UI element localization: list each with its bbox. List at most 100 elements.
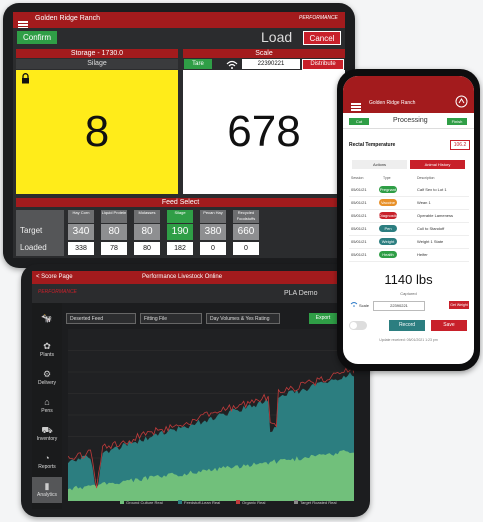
filter-dropdown-1[interactable]: Deserted Feed <box>66 313 136 324</box>
history-description: Heifer <box>417 252 428 257</box>
tab-actions[interactable]: Actions <box>352 160 407 169</box>
analytics-header: < Score Page Performance Livestock Onlin… <box>32 271 361 284</box>
brand-logo: PERFORMANCE <box>38 289 77 295</box>
legend-entry: Target Roasted Real <box>294 500 336 505</box>
feed-name: Hay Corn <box>68 210 94 223</box>
storage-subtitle: Silage <box>16 59 178 69</box>
history-date: 05/01/21 <box>351 200 367 205</box>
tare-button[interactable]: Tare <box>184 59 212 69</box>
phone-cancel-button[interactable]: Cut <box>349 118 369 125</box>
scale-id-field[interactable]: 22390221 <box>373 301 425 311</box>
legend-label: Feedstuff-Lean Real <box>184 500 221 505</box>
history-type-badge: Vaccine <box>379 199 397 206</box>
ranch-name: Golden Ridge Ranch <box>35 15 100 22</box>
sidebar-item[interactable]: ▮ Analytics <box>32 477 62 503</box>
history-type-badge: Pregnant <box>379 186 397 193</box>
col-session: Session <box>351 176 364 180</box>
sidebar-item[interactable]: ◔ Reports <box>32 449 62 475</box>
save-button[interactable]: Save <box>431 320 467 331</box>
history-row[interactable]: 05/01/21 Diagnostic Operable Lameness <box>349 210 469 223</box>
col-description: Description <box>417 176 435 180</box>
menu-icon[interactable] <box>351 103 361 111</box>
scale-id-field[interactable]: 22390221 <box>242 59 300 69</box>
feed-loaded: 338 <box>68 242 94 255</box>
gauge-icon: ◔ <box>44 453 50 463</box>
feed-column[interactable]: Silage 190 182 <box>167 210 193 256</box>
feed-target: 190 <box>167 224 193 240</box>
analytics-subtitle: PLA Demo <box>284 290 318 297</box>
analytics-chart <box>68 329 354 501</box>
barn-icon: ⌂ <box>44 397 50 407</box>
storage-value: 8 <box>16 70 178 194</box>
record-button[interactable]: Record <box>389 320 425 331</box>
sidebar-item[interactable]: 🐄 <box>32 309 62 335</box>
feed-name: Recycled Foodstuffs Cows <box>233 210 259 223</box>
chart-legend: Ground Culture Real Feedstuff-Lean Real Or… <box>120 500 360 508</box>
phone-header: Golden Ridge Ranch <box>343 76 474 113</box>
history-row[interactable]: 05/01/21 Health Heifer <box>349 249 469 262</box>
temp-input[interactable]: 106.2 <box>450 140 470 150</box>
legend-swatch <box>178 500 182 504</box>
cow-icon: 🐄 <box>41 313 53 323</box>
weight-value: 1140 lbs <box>384 272 433 287</box>
feed-column[interactable]: Molasses 80 80 <box>134 210 160 256</box>
feed-column[interactable]: Pecan Hay 380 0 <box>200 210 226 256</box>
feed-loaded: 0 <box>200 242 226 255</box>
brand-seal-icon <box>455 95 468 108</box>
tab-animal-history[interactable]: Animal History <box>410 160 465 169</box>
analytics-subheader: PERFORMANCE PLA Demo <box>32 284 361 303</box>
analytics-title: Performance Livestock Online <box>142 274 223 280</box>
brand-logo: PERFORMANCE <box>299 15 338 21</box>
distribute-button[interactable]: Distribute <box>302 59 344 70</box>
cancel-button[interactable]: Cancel <box>303 31 341 45</box>
feed-name: Silage <box>167 210 193 223</box>
record-toggle[interactable] <box>349 321 367 330</box>
legend-swatch <box>236 500 240 504</box>
filter-dropdown-3[interactable]: Day Volumes & Yes Rating <box>206 313 280 324</box>
history-row[interactable]: 05/01/21 Pen Cull to Standoff <box>349 223 469 236</box>
feed-loaded: 80 <box>134 242 160 255</box>
history-description: Wean 1 <box>417 200 431 205</box>
sidebar-item[interactable]: ✿ Plants <box>32 337 62 363</box>
phone-page-title: Processing <box>393 117 428 124</box>
history-date: 05/01/21 <box>351 252 367 257</box>
history-type-badge: Pen <box>379 225 397 232</box>
feed-name: Molasses <box>134 210 160 223</box>
confirm-button[interactable]: Confirm <box>17 31 57 44</box>
get-weight-button[interactable]: Get Weight <box>449 301 469 309</box>
history-description: Operable Lameness <box>417 213 454 218</box>
feed-column[interactable]: Recycled Foodstuffs Cows660 0 <box>233 210 259 256</box>
history-row[interactable]: 05/01/21 Pregnant Calf Sex to Lot 1 <box>349 184 469 197</box>
sidebar-item-label: Analytics <box>36 492 57 498</box>
history-date: 05/01/21 <box>351 239 367 244</box>
sidebar-item[interactable]: ⛟ Inventory <box>32 421 62 447</box>
phone-ranch-name: Golden Ridge Ranch <box>369 100 416 106</box>
phone-finish-button[interactable]: Finish <box>447 118 467 125</box>
history-date: 05/01/21 <box>351 213 367 218</box>
weight-caption: Captured <box>400 291 417 296</box>
legend-label: Organic Real <box>242 500 266 505</box>
leaf-icon: ✿ <box>43 341 51 351</box>
sidebar-item[interactable]: ⌂ Pens <box>32 393 62 419</box>
feed-column[interactable]: Hay Corn 340 338 <box>68 210 94 256</box>
history-row[interactable]: 05/01/21 Vaccine Wean 1 <box>349 197 469 210</box>
sidebar-item[interactable]: ⚙ Delivery <box>32 365 62 391</box>
legend-swatch <box>120 500 124 504</box>
feed-name: Liquid Protein <box>101 210 127 223</box>
storage-title: Storage - 1730.0 <box>16 49 178 58</box>
lock-icon <box>22 73 29 84</box>
back-link[interactable]: < Score Page <box>36 274 73 280</box>
feed-select-title: Feed Select <box>16 198 345 207</box>
legend-entry: Feedstuff-Lean Real <box>178 500 220 505</box>
load-toolbar: Confirm Load Cancel <box>13 28 345 46</box>
history-list: 05/01/21 Pregnant Calf Sex to Lot 1 05/01/2… <box>349 184 469 264</box>
feed-target: 380 <box>200 224 226 240</box>
export-button[interactable]: Export <box>309 313 337 324</box>
phone-toolbar: Cut Processing Finish <box>343 113 474 129</box>
filter-dropdown-2[interactable]: Fitting File <box>140 313 202 324</box>
analytics-screen: < Score Page Performance Livestock Onlin… <box>32 271 361 509</box>
feed-column[interactable]: Liquid Protein 80 78 <box>101 210 127 256</box>
analytics-sidebar: 🐄 ✿ Plants ⚙ Delivery ⌂ Pens ⛟ Inventory ◔ Reports… <box>32 303 62 509</box>
legend-swatch <box>294 500 298 504</box>
history-row[interactable]: 05/01/21 Weight Weight 1 State <box>349 236 469 249</box>
